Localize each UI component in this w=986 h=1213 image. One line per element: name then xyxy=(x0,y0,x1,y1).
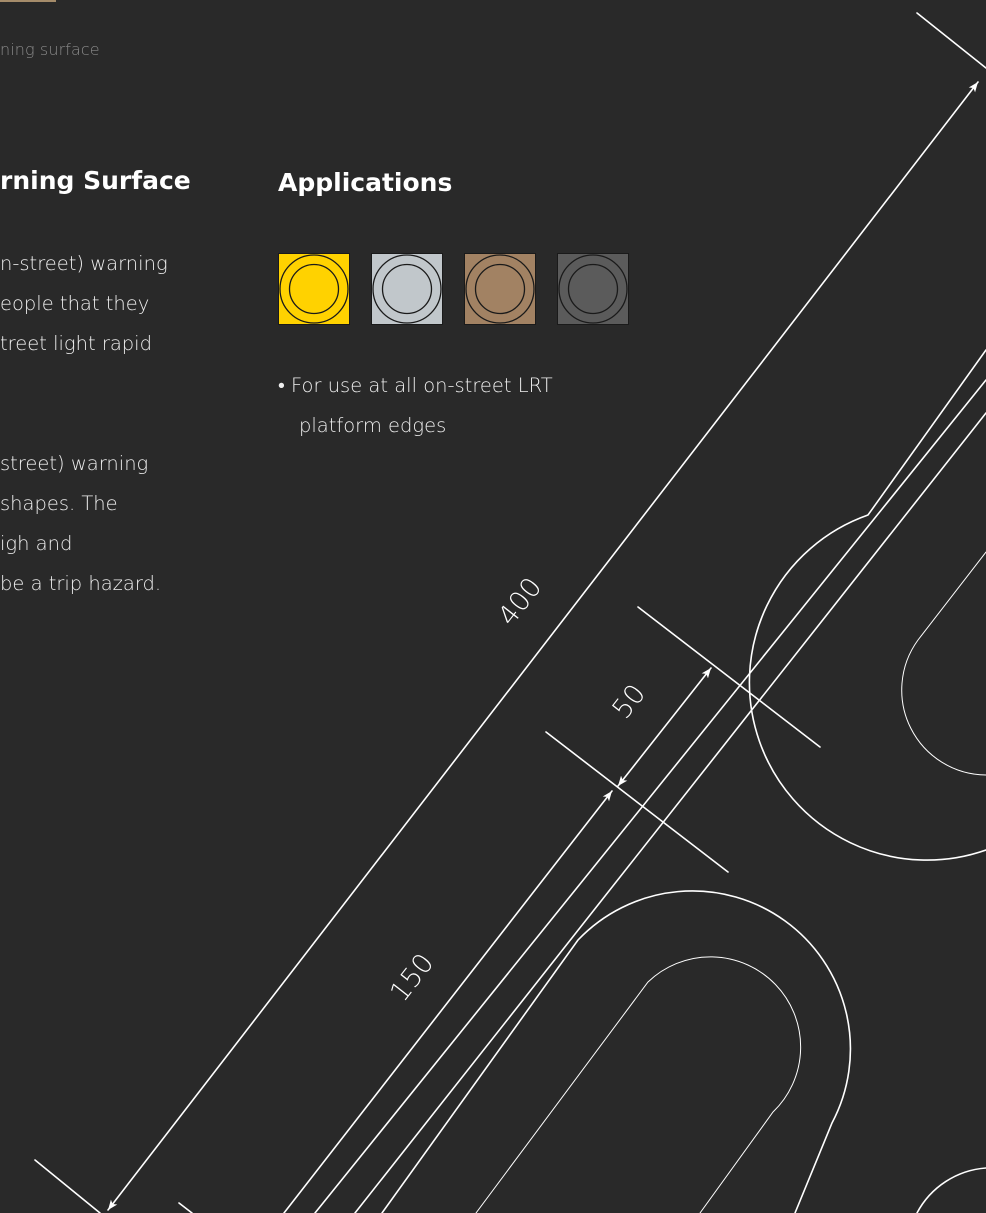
dimension-label-50: 50 xyxy=(607,679,653,725)
tactile-dimension-drawing: 400 50 150 xyxy=(34,12,986,1213)
dimension-extension-bottom xyxy=(34,1159,101,1213)
upper-bar-inner-edge xyxy=(901,551,986,776)
dimension-line-150 xyxy=(283,790,613,1213)
guide-line-a xyxy=(314,379,986,1213)
upper-bar-outer-edge xyxy=(748,349,986,861)
dimension-label-400: 400 xyxy=(492,572,548,632)
dimension-extension-150 xyxy=(178,1202,193,1213)
bottom-right-bar-edge xyxy=(916,1167,986,1213)
dimension-line-400 xyxy=(107,81,979,1211)
guide-line-b xyxy=(354,412,986,1213)
dimension-extension-top xyxy=(916,12,986,69)
dimension-label-150: 150 xyxy=(384,948,440,1008)
dimension-extension-50-lower xyxy=(545,731,729,873)
lower-bar-outer-edge xyxy=(381,890,852,1213)
lower-bar-inner-edge xyxy=(475,956,802,1213)
